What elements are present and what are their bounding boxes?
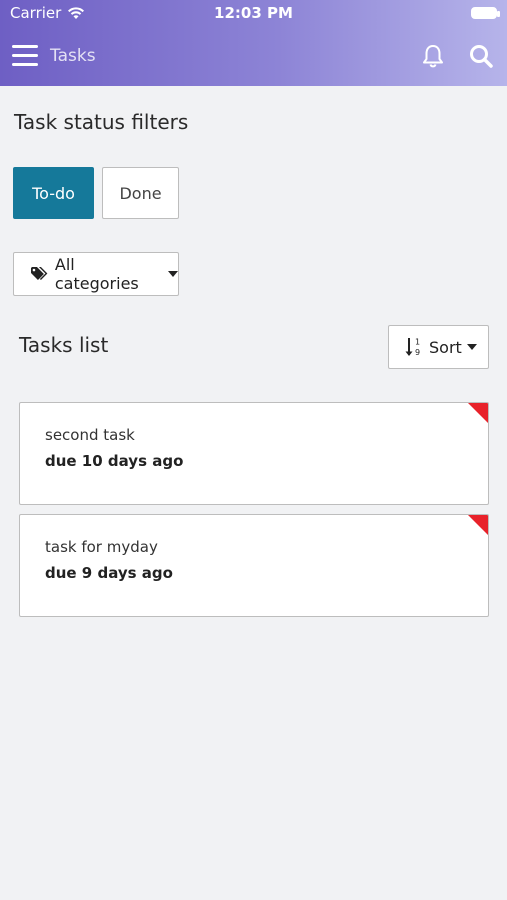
search-icon[interactable] [467, 42, 495, 70]
bell-icon[interactable] [419, 42, 447, 70]
status-bar: Carrier 12:03 PM [0, 4, 507, 26]
svg-text:1: 1 [415, 338, 420, 347]
todo-filter-button[interactable]: To-do [13, 167, 94, 219]
tasks-list-title: Tasks list [19, 333, 109, 357]
sort-label: Sort [429, 337, 462, 357]
task-name: second task [45, 426, 135, 444]
menu-icon[interactable] [12, 45, 38, 67]
done-filter-button[interactable]: Done [102, 167, 179, 219]
task-due: due 10 days ago [45, 452, 184, 470]
svg-text:9: 9 [415, 348, 420, 357]
status-time: 12:03 PM [214, 4, 293, 22]
filters-title: Task status filters [14, 110, 189, 134]
categories-dropdown[interactable]: All categories [13, 252, 179, 296]
chevron-down-icon [168, 271, 178, 277]
battery-icon [471, 7, 500, 19]
sort-numeric-icon: 1 9 [405, 338, 420, 357]
task-card[interactable]: second task due 10 days ago [19, 402, 489, 505]
overdue-marker [468, 403, 488, 423]
sort-button[interactable]: 1 9 Sort [388, 325, 489, 369]
nav-bar: Tasks [0, 38, 507, 78]
task-due: due 9 days ago [45, 564, 173, 582]
tag-icon [30, 267, 48, 280]
page-title: Tasks [50, 46, 96, 66]
categories-label: All categories [54, 255, 139, 293]
chevron-down-icon [466, 344, 477, 350]
overdue-marker [468, 515, 488, 535]
app-header: Carrier 12:03 PM Tasks [0, 0, 507, 86]
task-name: task for myday [45, 538, 158, 556]
task-card[interactable]: task for myday due 9 days ago [19, 514, 489, 617]
